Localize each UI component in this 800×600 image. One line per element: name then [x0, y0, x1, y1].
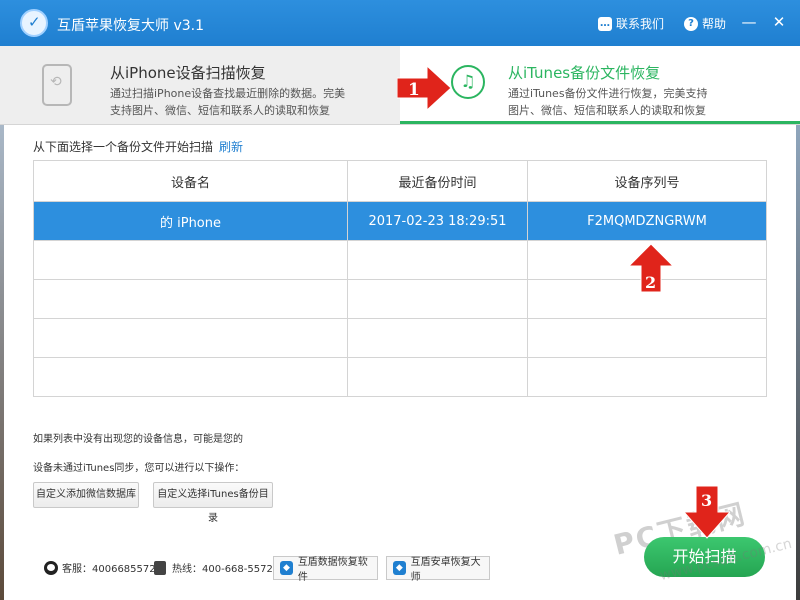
- android-recovery-icon: ◆: [393, 561, 406, 575]
- desktop-edge-right: [796, 124, 800, 600]
- contact-us-label: 联系我们: [616, 17, 665, 31]
- cell-device: 的 iPhone: [33, 201, 348, 241]
- table-row-empty: [33, 357, 767, 397]
- backup-hint: 从下面选择一个备份文件开始扫描 刷新: [33, 138, 243, 155]
- refresh-link[interactable]: 刷新: [219, 140, 243, 154]
- data-recovery-icon: ◆: [280, 561, 293, 575]
- product-data-recovery-label: 互盾数据恢复软件: [297, 557, 368, 583]
- qq-icon: [44, 560, 58, 575]
- product-android-recovery-button[interactable]: ◆ 互盾安卓恢复大师: [386, 556, 490, 583]
- column-header-serial[interactable]: 设备序列号: [527, 160, 767, 202]
- note-line-1: 如果列表中没有出现您的设备信息，可能是您的: [33, 434, 243, 445]
- tab-device-scan-desc-line2: 支持图片、微信、短信和联系人的读取和恢复: [110, 104, 330, 117]
- annotation-number-2: 2: [645, 273, 656, 292]
- chat-icon: …: [598, 16, 612, 31]
- tab-device-scan-desc-line1: 通过扫描iPhone设备查找最近删除的数据。完美: [110, 87, 346, 100]
- annotation-number-1: 1: [408, 80, 420, 100]
- desktop-edge-left: [0, 124, 4, 600]
- footer-qq: 客服：4006685572: [44, 560, 156, 575]
- tab-device-scan[interactable]: 从iPhone设备扫描恢复 通过扫描iPhone设备查找最近删除的数据。完美 支…: [0, 46, 400, 124]
- title-bar: 互盾苹果恢复大师 v3.1 … 联系我们 ? 帮助 — ✕: [0, 0, 800, 46]
- footer-hotline-text: 热线：400-668-5572: [172, 564, 273, 575]
- column-header-device[interactable]: 设备名: [33, 160, 348, 202]
- table-row[interactable]: 的 iPhone 2017-02-23 18:29:51 F2MQMDZNGRW…: [33, 201, 767, 241]
- footer-qq-text: 客服：4006685572: [62, 564, 156, 575]
- help-label: 帮助: [702, 17, 727, 31]
- app-title: 互盾苹果恢复大师 v3.1: [57, 18, 204, 34]
- cell-time: 2017-02-23 18:29:51: [347, 201, 528, 241]
- tab-device-scan-title: 从iPhone设备扫描恢复: [110, 64, 266, 82]
- choose-itunes-dir-button[interactable]: 自定义选择iTunes备份目录: [153, 482, 273, 524]
- footer-hotline: 热线：400-668-5572: [154, 560, 273, 575]
- music-note-icon: ♫: [451, 65, 485, 99]
- tab-itunes-backup-desc-line2: 图片、微信、短信和联系人的读取和恢复: [508, 104, 706, 117]
- close-button[interactable]: ✕: [770, 13, 788, 31]
- phone-icon: [154, 560, 166, 575]
- column-header-time[interactable]: 最近备份时间: [347, 160, 528, 202]
- tab-device-scan-desc: 通过扫描iPhone设备查找最近删除的数据。完美 支持图片、微信、短信和联系人的…: [110, 85, 370, 119]
- annotation-arrow-1: 1: [397, 66, 452, 110]
- tab-itunes-backup-title: 从iTunes备份文件恢复: [508, 64, 661, 82]
- contact-us-link[interactable]: … 联系我们: [598, 15, 664, 32]
- annotation-arrow-2: 2: [629, 244, 673, 293]
- product-data-recovery-button[interactable]: ◆ 互盾数据恢复软件: [273, 556, 378, 583]
- annotation-arrow-3: 3: [684, 486, 730, 539]
- minimize-button[interactable]: —: [740, 13, 758, 31]
- annotation-number-3: 3: [701, 491, 712, 510]
- tab-itunes-backup[interactable]: ♫ 从iTunes备份文件恢复 通过iTunes备份文件进行恢复，完美支持 图片…: [400, 46, 800, 124]
- phone-scan-icon: [42, 64, 72, 106]
- help-icon: ?: [684, 16, 698, 31]
- add-wechat-db-button[interactable]: 自定义添加微信数据库: [33, 482, 139, 508]
- backup-hint-text: 从下面选择一个备份文件开始扫描: [33, 140, 214, 154]
- table-row-empty: [33, 318, 767, 358]
- note-line-2: 设备未通过iTunes同步，您可以进行以下操作：: [33, 463, 245, 474]
- tab-itunes-backup-desc-line1: 通过iTunes备份文件进行恢复，完美支持: [508, 87, 708, 100]
- table-header-row: 设备名 最近备份时间 设备序列号: [33, 160, 767, 202]
- cell-serial: F2MQMDZNGRWM: [527, 201, 767, 241]
- product-android-recovery-label: 互盾安卓恢复大师: [410, 557, 481, 583]
- app-logo-icon: [20, 9, 48, 37]
- tab-itunes-backup-desc: 通过iTunes备份文件进行恢复，完美支持 图片、微信、短信和联系人的读取和恢复: [508, 85, 768, 119]
- help-link[interactable]: ? 帮助: [684, 15, 726, 32]
